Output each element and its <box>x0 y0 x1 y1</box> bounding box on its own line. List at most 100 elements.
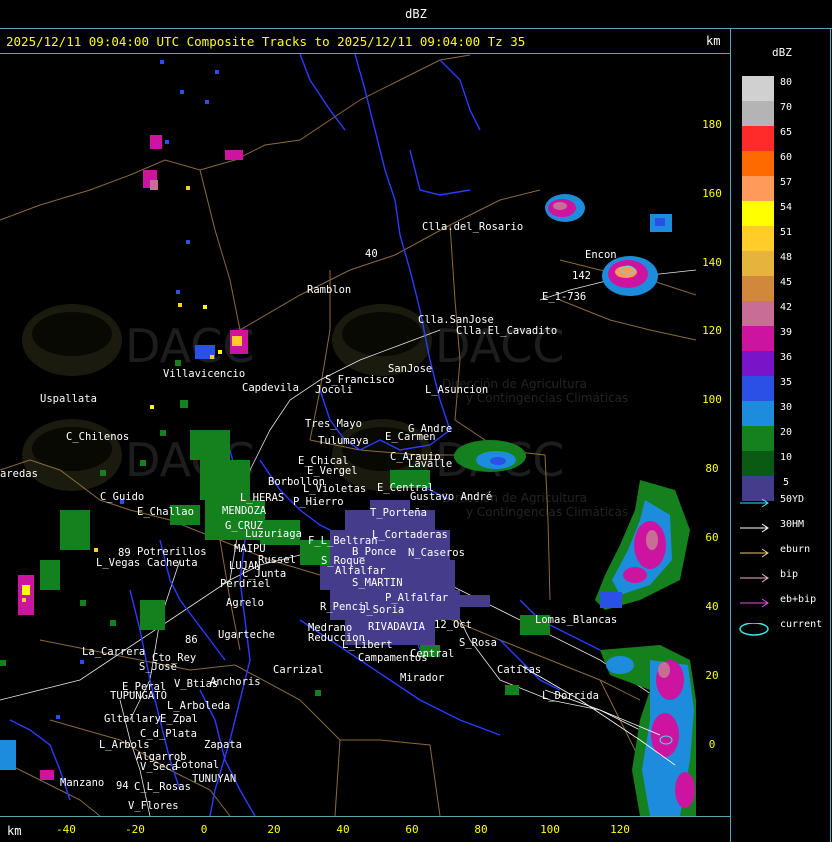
place-label: 94 <box>116 780 129 792</box>
place-label: 86 <box>185 634 198 646</box>
place-label: J_Soria <box>360 604 404 616</box>
scale-swatch <box>742 76 774 101</box>
scale-label: 45 <box>779 277 793 288</box>
y-tick: 80 <box>705 462 719 475</box>
legend-title: dBZ <box>772 46 792 59</box>
place-label: Central <box>410 648 454 660</box>
place-label: Luzuriaga <box>245 528 302 540</box>
place-label: P_Hierro <box>293 496 344 508</box>
place-label: Zapata <box>204 739 242 751</box>
x-tick: -40 <box>56 823 76 836</box>
place-label: N_Caseros <box>408 547 465 559</box>
x-tick: 60 <box>405 823 419 836</box>
scale-swatch <box>742 251 774 276</box>
place-label: Perdriel <box>220 578 271 590</box>
place-label: Mirador <box>400 672 444 684</box>
scale-swatch <box>742 226 774 251</box>
y-tick: 100 <box>702 393 722 406</box>
scale-label: 20 <box>779 427 793 438</box>
scale-swatch <box>742 351 774 376</box>
place-label: Alfalfar <box>335 565 386 577</box>
place-label: Anchoris <box>210 676 261 688</box>
current-ellipse-icon <box>739 623 769 636</box>
track-arrow-icon <box>740 548 769 558</box>
place-label: 142 <box>572 270 591 282</box>
scale-swatch <box>742 176 774 201</box>
place-label: C_Guido <box>100 491 144 503</box>
place-label: Catitas <box>497 664 541 676</box>
place-label: Cotonal <box>175 759 219 771</box>
place-label: L_Cortaderas <box>372 529 448 541</box>
scale-label: 65 <box>779 127 793 138</box>
track-legend-item: eb+bip <box>738 594 832 610</box>
scale-swatch <box>742 451 774 476</box>
scale-label: 39 <box>779 327 793 338</box>
place-label: Lavalle <box>408 458 452 470</box>
place-label: Gltallary <box>104 713 161 725</box>
scale-label: 70 <box>779 102 793 113</box>
place-label: L_Libert <box>342 639 393 651</box>
y-tick: 180 <box>702 118 722 131</box>
track-legend-label: eb+bip <box>780 594 817 605</box>
scale-swatch <box>742 376 774 401</box>
y-tick: 120 <box>702 324 722 337</box>
place-label: 89 <box>118 547 131 559</box>
y-tick: 60 <box>705 531 719 544</box>
place-label: TUNUYAN <box>192 773 236 785</box>
scale-label: 10 <box>779 452 793 463</box>
composite-header: 2025/12/11 09:04:00 UTC Composite Tracks… <box>6 34 526 49</box>
track-arrow-icon <box>740 573 769 583</box>
place-label: Tres_Mayo <box>305 418 362 430</box>
place-label: Carrizal <box>273 664 324 676</box>
scale-swatch <box>742 326 774 351</box>
place-label: aredas <box>0 468 38 480</box>
place-label: Clla.del_Rosario <box>422 221 523 233</box>
scale-label: 36 <box>779 352 793 363</box>
place-label: Gustavo André <box>410 491 492 503</box>
place-label: E_Challao <box>137 506 194 518</box>
track-legend-item: current <box>738 619 832 636</box>
track-arrow-icon <box>740 523 769 533</box>
place-label: E_Carmen <box>385 431 436 443</box>
place-label: Ugarteche <box>218 629 275 641</box>
scale-swatch <box>742 401 774 426</box>
track-legend-label: current <box>780 619 823 630</box>
track-legend-item: eburn <box>738 544 832 560</box>
scale-label: 80 <box>779 77 793 88</box>
place-label: L_Dorrida <box>542 690 599 702</box>
x-tick: 20 <box>267 823 281 836</box>
scale-label: 60 <box>779 152 793 163</box>
place-label: Manzano <box>60 777 104 789</box>
track-legend-item: 30HM <box>738 519 832 535</box>
place-label: C_L_Rosas <box>134 781 191 793</box>
y-tick: 160 <box>702 187 722 200</box>
x-tick: 40 <box>336 823 350 836</box>
km-label-bottom: km <box>7 824 22 838</box>
scale-swatch <box>742 101 774 126</box>
y-tick: 140 <box>702 256 722 269</box>
scale-label: 30 <box>779 402 793 413</box>
radar-map[interactable]: DACC DACC Dirección de Agricultura y Con… <box>0 54 696 816</box>
place-label: Agrelo <box>226 597 264 609</box>
place-label: Jocoli <box>315 384 353 396</box>
place-label: L_Violetas <box>303 483 366 495</box>
place-label: L_Arboleda <box>167 700 230 712</box>
frame-top-line <box>0 28 832 29</box>
place-label: Encon <box>585 249 617 261</box>
place-label: L_Asuncion <box>425 384 488 396</box>
x-tick: 80 <box>474 823 488 836</box>
place-label: Cacheuta <box>147 557 198 569</box>
place-label: TUPUNGATO <box>110 690 167 702</box>
x-tick: -20 <box>125 823 145 836</box>
x-tick: 120 <box>610 823 630 836</box>
scale-swatch <box>742 151 774 176</box>
scale-swatch <box>742 201 774 226</box>
place-label: RIVADAVIA <box>368 621 426 633</box>
place-label: S_Rosa <box>459 637 497 649</box>
place-label: Russel <box>258 554 296 566</box>
place-label: E_Zpal <box>160 713 198 725</box>
frame-bottom-line <box>0 816 730 817</box>
place-label: E_1-736 <box>542 291 586 303</box>
y-tick: 20 <box>705 669 719 682</box>
place-label: L_Arbols <box>99 739 150 751</box>
